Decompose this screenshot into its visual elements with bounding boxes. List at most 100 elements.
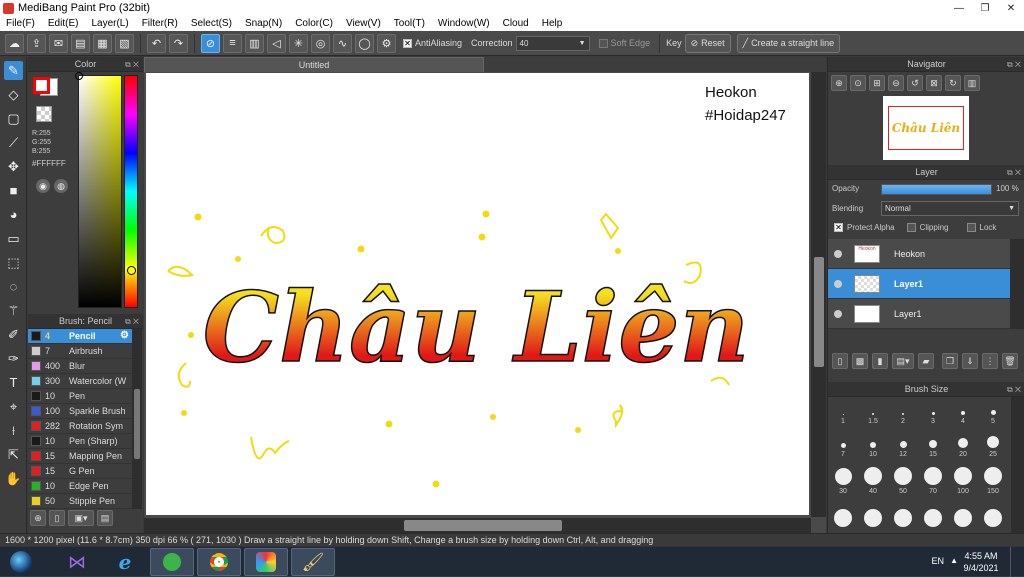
rectangle-tool-icon[interactable]: ▢ — [4, 109, 23, 128]
menu-help[interactable]: Help — [542, 17, 563, 31]
move-tool-icon[interactable]: ✥ — [4, 157, 23, 176]
brush-item[interactable]: 10 Pen (Sharp) — [28, 434, 132, 449]
reset-rotation-icon[interactable]: ⊠ — [926, 75, 942, 91]
size-preview[interactable] — [834, 509, 852, 527]
panel-options-icon[interactable]: ⧉ ✕ — [1007, 165, 1021, 180]
paint-icon[interactable]: 🖌 — [291, 548, 335, 576]
visibility-icon[interactable] — [834, 279, 842, 288]
show-desktop-button[interactable] — [1010, 547, 1022, 577]
select-eraser-tool-icon[interactable]: ✑ — [4, 349, 23, 368]
ellipse-snap-icon[interactable]: ◯ — [355, 33, 374, 53]
hue-slider[interactable] — [124, 75, 138, 308]
panel-options-icon[interactable]: ⧉ ✕ — [1007, 57, 1021, 72]
visual-studio-icon[interactable]: ⋈ — [55, 548, 99, 576]
protect-alpha-checkbox[interactable]: ✕ — [834, 223, 843, 232]
zoom-out-icon[interactable]: ⊖ — [888, 75, 904, 91]
brush-size-cell[interactable]: 2 — [888, 397, 918, 425]
brush-size-cell[interactable]: 4 — [948, 397, 978, 425]
brush-size-cell[interactable]: 25 — [978, 430, 1008, 458]
visibility-icon[interactable] — [834, 249, 842, 258]
brush-size-cell[interactable]: 20 — [948, 430, 978, 458]
correction-select[interactable]: 40 ▼ — [515, 35, 590, 51]
drawing-canvas[interactable]: Heokon #Hoidap247 Châu Liên — [146, 73, 809, 515]
fit-icon[interactable]: ⊞ — [869, 75, 885, 91]
trash-icon[interactable]: 🗑 — [1002, 353, 1018, 369]
antialiasing-checkbox[interactable]: ✕ — [403, 38, 412, 48]
brush-item[interactable]: 15 Mapping Pen — [28, 449, 132, 464]
scrollbar-thumb[interactable] — [134, 389, 140, 459]
parallel-snap-icon[interactable]: ≡ — [223, 33, 242, 53]
brush-list-scrollbar[interactable] — [132, 329, 142, 509]
new-layer-icon[interactable]: ▯ — [832, 353, 848, 369]
reset-button[interactable]: ⊘ Reset — [684, 33, 731, 53]
brush-size-cell[interactable]: 15 — [918, 430, 948, 458]
menu-edit[interactable]: Edit(E) — [48, 17, 79, 31]
snap-off-icon[interactable]: ⊘ — [201, 33, 220, 53]
close-button[interactable]: ✕ — [998, 0, 1024, 17]
scrollbar-thumb[interactable] — [814, 257, 824, 367]
menu-window[interactable]: Window(W) — [438, 17, 490, 31]
redo-icon[interactable]: ↷ — [169, 33, 188, 53]
brush-size-cell[interactable]: 50 — [888, 463, 918, 495]
merge-down-icon[interactable]: ⇓ — [962, 353, 978, 369]
start-button[interactable] — [2, 548, 40, 576]
menu-snap[interactable]: Snap(N) — [245, 17, 282, 31]
magic-wand-tool-icon[interactable]: ⚚ — [4, 301, 23, 320]
navigator-preview[interactable]: Châu Liên — [883, 96, 969, 160]
eraser-tool-icon[interactable]: ◇ — [4, 85, 23, 104]
size-preview[interactable] — [984, 509, 1002, 527]
brush-item[interactable]: 10 Pen — [28, 389, 132, 404]
eyedropper-tool-icon[interactable]: ⟊ — [4, 421, 23, 440]
transparent-color-swatch[interactable] — [36, 106, 52, 122]
brush-size-cell[interactable]: 10 — [858, 430, 888, 458]
menu-file[interactable]: File(F) — [6, 17, 35, 31]
cross-snap-icon[interactable]: ▥ — [245, 33, 264, 53]
visibility-icon[interactable] — [834, 309, 842, 318]
bucket-tool-icon[interactable]: ◕ — [4, 205, 23, 224]
line-tool-icon[interactable]: ⟋ — [4, 133, 23, 152]
document-icon[interactable]: ▦ — [93, 33, 112, 53]
new-halftone-layer-icon[interactable]: ▩ — [852, 353, 868, 369]
panel-options-icon[interactable]: ⧉ ✕ — [125, 57, 139, 72]
size-preview[interactable] — [864, 509, 882, 527]
brush-size-cell[interactable]: 12 — [888, 430, 918, 458]
rotate-left-icon[interactable]: ↺ — [907, 75, 923, 91]
canvas-horizontal-scrollbar[interactable] — [144, 518, 811, 533]
divide-tool-icon[interactable]: ⌖ — [4, 397, 23, 416]
soft-edge-checkbox[interactable] — [598, 38, 608, 48]
coccoc-browser-icon[interactable] — [150, 548, 194, 576]
layer-list-scrollbar[interactable] — [1010, 239, 1024, 329]
select-tool-icon[interactable]: ⬚ — [4, 253, 23, 272]
brush-item[interactable]: 7 Airbrush — [28, 344, 132, 359]
circle-snap-icon[interactable]: ◎ — [311, 33, 330, 53]
snap-settings-icon[interactable]: ⚙ — [377, 33, 396, 53]
layer-menu-icon[interactable]: ⋮ — [982, 353, 998, 369]
brush-size-cell[interactable]: 5 — [978, 397, 1008, 425]
fill-shape-tool-icon[interactable]: ■ — [4, 181, 23, 200]
vanishing-snap-icon[interactable]: ◁ — [267, 33, 286, 53]
new-brush-icon[interactable]: ▯ — [49, 510, 65, 526]
brush-size-cell[interactable]: 70 — [918, 463, 948, 495]
brush-size-cell[interactable]: 150 — [978, 463, 1008, 495]
brush-menu-icon[interactable]: ▣▾ — [68, 510, 94, 526]
color-settings-icon[interactable]: ◍ — [54, 179, 68, 193]
gradient-tool-icon[interactable]: ▭ — [4, 229, 23, 248]
flip-icon[interactable]: ▥ — [964, 75, 980, 91]
menu-filter[interactable]: Filter(R) — [142, 17, 178, 31]
cloud-icon[interactable]: ☁ — [5, 33, 24, 53]
hue-slider-handle[interactable] — [127, 266, 136, 275]
brush-size-cell[interactable]: 40 — [858, 463, 888, 495]
panel-options-icon[interactable]: ⧉ ✕ — [125, 314, 139, 329]
duplicate-layer-icon[interactable]: ❐ — [942, 353, 958, 369]
internet-explorer-icon[interactable]: e — [103, 548, 147, 576]
brush-tool-icon[interactable]: ✎ — [4, 61, 23, 80]
brush-item[interactable]: 15 G Pen — [28, 464, 132, 479]
brush-item[interactable]: 50 Stipple Pen — [28, 494, 132, 509]
brush-settings-icon[interactable]: ▤ — [97, 510, 113, 526]
straight-line-button[interactable]: ╱ Create a straight line — [736, 33, 841, 53]
minimize-button[interactable]: — — [946, 0, 972, 17]
foreground-color-swatch[interactable] — [33, 77, 50, 94]
menu-select[interactable]: Select(S) — [191, 17, 232, 31]
rotate-right-icon[interactable]: ↻ — [945, 75, 961, 91]
menu-color[interactable]: Color(C) — [295, 17, 333, 31]
